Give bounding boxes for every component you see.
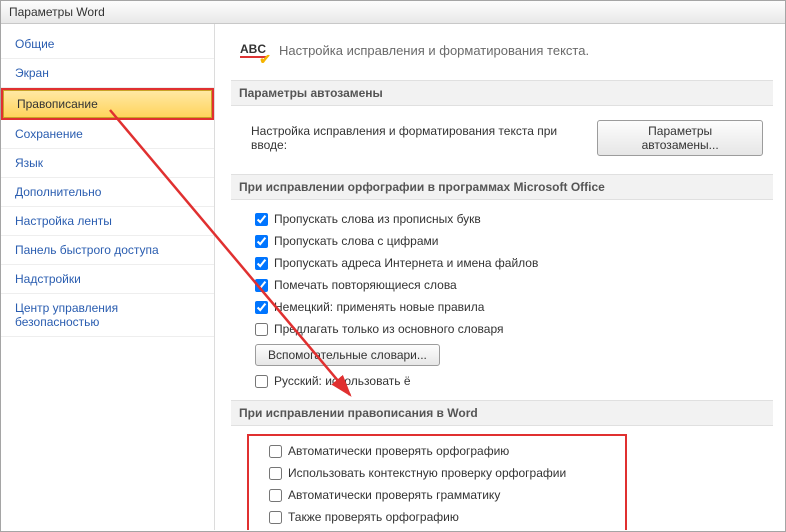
checkbox-numbers-input[interactable] [255, 235, 268, 248]
section-office-title: При исправлении орфографии в программах … [231, 174, 773, 200]
checkbox-internet-filenames[interactable]: Пропускать адреса Интернета и имена файл… [237, 252, 767, 274]
content-pane: ABC ✔ Настройка исправления и форматиров… [215, 24, 785, 530]
checkbox-german-rules[interactable]: Немецкий: применять новые правила [237, 296, 767, 318]
word-options-window: Параметры Word Общие Экран Правописание … [0, 0, 786, 532]
checkbox-repeated-label: Помечать повторяющиеся слова [274, 276, 457, 294]
checkbox-also-spell[interactable]: Также проверять орфографию [251, 506, 623, 528]
checkbox-auto-spell[interactable]: Автоматически проверять орфографию [251, 440, 623, 462]
checkbox-context-label: Использовать контекстную проверку орфогр… [288, 464, 566, 482]
checkbox-words-numbers[interactable]: Пропускать слова с цифрами [237, 230, 767, 252]
checkbox-yo-label: Русский: использовать ё [274, 372, 411, 390]
checkbox-autogrammar-input[interactable] [269, 489, 282, 502]
checkbox-repeated-input[interactable] [255, 279, 268, 292]
sidebar-item-ribbon[interactable]: Настройка ленты [1, 207, 214, 236]
autocorrect-desc: Настройка исправления и форматирования т… [251, 124, 585, 152]
checkbox-maindict-label: Предлагать только из основного словаря [274, 320, 503, 338]
sidebar-item-proofing[interactable]: Правописание [1, 88, 214, 120]
checkbox-internet-input[interactable] [255, 257, 268, 270]
checkbox-yo-input[interactable] [255, 375, 268, 388]
sidebar-item-advanced[interactable]: Дополнительно [1, 178, 214, 207]
sidebar-item-save[interactable]: Сохранение [1, 120, 214, 149]
sidebar-item-trust[interactable]: Центр управления безопасностью [1, 294, 214, 337]
section-word-title: При исправлении правописания в Word [231, 400, 773, 426]
checkbox-contextual-spell[interactable]: Использовать контекстную проверку орфогр… [251, 462, 623, 484]
checkbox-numbers-label: Пропускать слова с цифрами [274, 232, 438, 250]
checkbox-main-dict-only[interactable]: Предлагать только из основного словаря [237, 318, 767, 340]
checkbox-autogrammar-label: Автоматически проверять грамматику [288, 486, 500, 504]
checkbox-auto-grammar[interactable]: Автоматически проверять грамматику [251, 484, 623, 506]
page-subtitle: Настройка исправления и форматирования т… [279, 43, 589, 58]
checkbox-alsospell-input[interactable] [269, 511, 282, 524]
autocorrect-options-button[interactable]: Параметры автозамены... [597, 120, 763, 156]
checkbox-uppercase-words[interactable]: Пропускать слова из прописных букв [237, 208, 767, 230]
section-autocorrect-title: Параметры автозамены [231, 80, 773, 106]
sidebar-item-general[interactable]: Общие [1, 30, 214, 59]
sidebar: Общие Экран Правописание Сохранение Язык… [1, 24, 215, 530]
checkbox-repeated-words[interactable]: Помечать повторяющиеся слова [237, 274, 767, 296]
window-body: Общие Экран Правописание Сохранение Язык… [1, 24, 785, 530]
checkbox-internet-label: Пропускать адреса Интернета и имена файл… [274, 254, 538, 272]
spellcheck-icon: ABC ✔ [237, 34, 269, 66]
sidebar-item-qat[interactable]: Панель быстрого доступа [1, 236, 214, 265]
custom-dictionaries-button[interactable]: Вспомогательные словари... [255, 344, 440, 366]
checkbox-maindict-input[interactable] [255, 323, 268, 336]
checkbox-autospell-input[interactable] [269, 445, 282, 458]
checkbox-context-input[interactable] [269, 467, 282, 480]
page-header: ABC ✔ Настройка исправления и форматиров… [237, 34, 767, 66]
window-title: Параметры Word [1, 1, 785, 24]
checkbox-uppercase-label: Пропускать слова из прописных букв [274, 210, 481, 228]
checkbox-autospell-label: Автоматически проверять орфографию [288, 442, 509, 460]
checkbox-russian-yo[interactable]: Русский: использовать ё [237, 370, 767, 392]
checkbox-alsospell-label: Также проверять орфографию [288, 508, 459, 526]
autocorrect-row: Настройка исправления и форматирования т… [237, 114, 767, 166]
checkbox-german-label: Немецкий: применять новые правила [274, 298, 484, 316]
sidebar-item-display[interactable]: Экран [1, 59, 214, 88]
checkbox-uppercase-input[interactable] [255, 213, 268, 226]
sidebar-item-addins[interactable]: Надстройки [1, 265, 214, 294]
highlighted-checkboxes: Автоматически проверять орфографию Испол… [247, 434, 627, 530]
checkbox-german-input[interactable] [255, 301, 268, 314]
sidebar-item-language[interactable]: Язык [1, 149, 214, 178]
